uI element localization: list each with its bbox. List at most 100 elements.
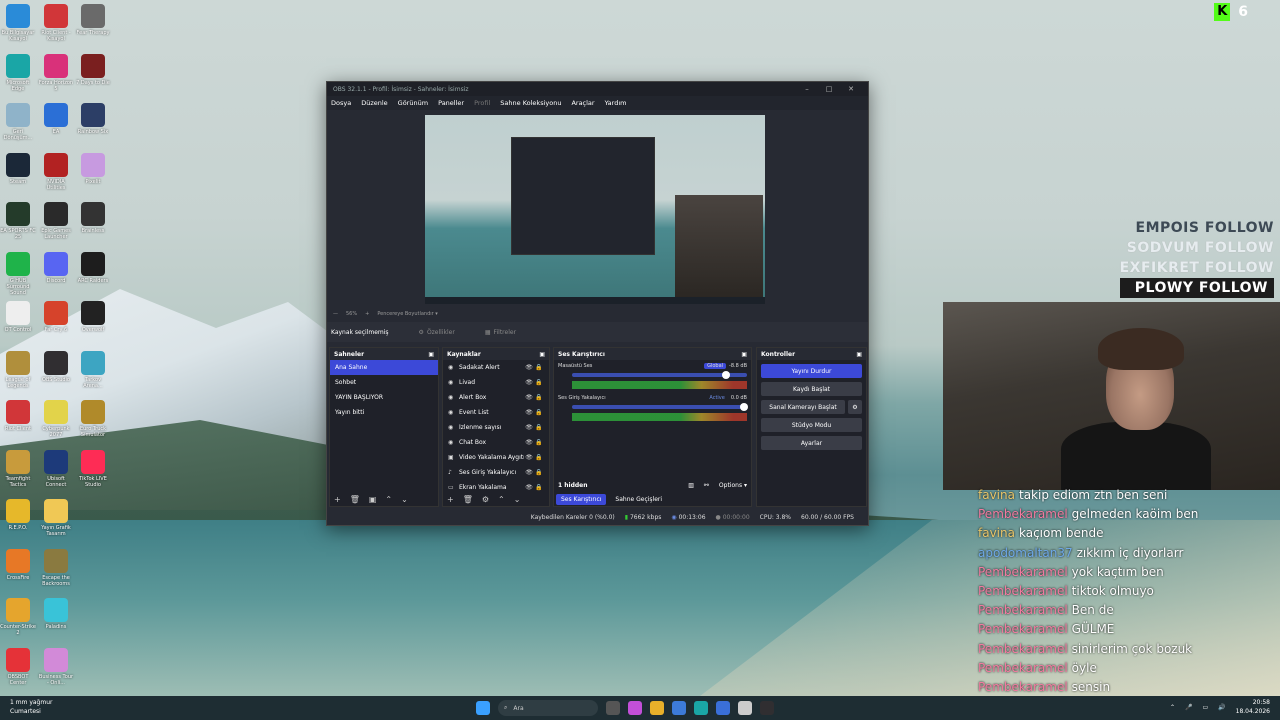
weather-widget[interactable]: 1 mm yağmur Cumartesi	[10, 698, 52, 716]
source-item[interactable]: ◉ Chat Box 👁 🔒	[443, 435, 549, 450]
desktop-icon[interactable]: G HUB Surround Sound	[0, 251, 36, 296]
menu-paneller[interactable]: Paneller	[438, 99, 464, 107]
desktop-icon[interactable]: Forza Horizon 5	[38, 53, 74, 92]
menu-profil[interactable]: Profil	[474, 99, 490, 107]
menu-dosya[interactable]: Dosya	[331, 99, 351, 107]
move-up-icon[interactable]: ⌃	[385, 495, 392, 504]
studio-mode-button[interactable]: Stüdyo Modu	[761, 418, 862, 432]
file-explorer-icon[interactable]	[650, 701, 664, 715]
scene-item[interactable]: Yayın bitti	[330, 405, 438, 420]
desktop-icon[interactable]: TikTok LIVE Studio	[75, 449, 111, 488]
desktop-icon[interactable]: Epic Games Launcher	[38, 202, 74, 240]
source-item[interactable]: ▣ Video Yakalama Aygıtı 👁 🔒	[443, 450, 549, 465]
settings-button[interactable]: Ayarlar	[761, 436, 862, 450]
desktop-icon[interactable]: Microsoft Edge	[0, 53, 36, 92]
desktop-icon[interactable]: Tarkov Arena...	[75, 350, 111, 389]
volume-knob[interactable]	[739, 403, 748, 411]
lock-icon[interactable]: 🔒	[534, 394, 544, 401]
desktop-icon[interactable]: Bu Bilgisayar Kısayol	[0, 4, 36, 42]
desktop-icon[interactable]: EA SPORTS FC 25	[0, 202, 36, 240]
desktop-icon[interactable]: Teamfight Tactics	[0, 449, 36, 488]
move-up-icon[interactable]: ⌃	[498, 495, 505, 504]
virtual-camera-settings-icon[interactable]: ⚙	[848, 400, 862, 414]
desktop-icon[interactable]: Ubisoft Connect	[38, 449, 74, 488]
desktop-icon[interactable]: Overwolf	[75, 301, 111, 333]
desktop-icon[interactable]: 7 Days to Die	[75, 53, 111, 86]
lock-icon[interactable]: 🔒	[534, 379, 544, 386]
desktop-icon[interactable]: CrossFire	[0, 548, 36, 581]
visibility-eye-icon[interactable]: 👁	[524, 484, 534, 491]
maximize-icon[interactable]: □	[818, 85, 840, 93]
store-icon[interactable]	[672, 701, 686, 715]
task-view-icon[interactable]	[606, 701, 620, 715]
source-item[interactable]: ◉ Alert Box 👁 🔒	[443, 390, 549, 405]
move-down-icon[interactable]: ⌄	[401, 495, 408, 504]
virtual-camera-button[interactable]: Sanal Kamerayı Başlat	[761, 400, 845, 414]
clock[interactable]: 20:58 18.04.2026	[1236, 698, 1270, 716]
zoom-in-icon[interactable]: +	[365, 311, 369, 317]
lock-icon[interactable]: 🔒	[534, 424, 544, 431]
mic-icon[interactable]: 🎤	[1185, 704, 1192, 711]
desktop-icon[interactable]: OBS Studio	[38, 350, 74, 383]
visibility-eye-icon[interactable]: 👁	[524, 409, 534, 416]
desktop-icon[interactable]: ARC Raiders	[75, 251, 111, 284]
edge-icon[interactable]	[694, 701, 708, 715]
desktop-icon[interactable]: Geri Dönüşüm...	[0, 103, 36, 141]
desktop-icon[interactable]: EA	[38, 103, 74, 135]
mail-icon[interactable]	[716, 701, 730, 715]
volume-icon[interactable]: 🔊	[1218, 704, 1225, 711]
scene-item[interactable]: Ana Sahne	[330, 360, 438, 375]
chevron-up-icon[interactable]: ⌃	[1170, 704, 1175, 711]
obs-window[interactable]: OBS 32.1.1 - Profil: İsimsiz - Sahneler:…	[326, 81, 869, 526]
source-item[interactable]: ◉ Event List 👁 🔒	[443, 405, 549, 420]
source-item[interactable]: ♪ Ses Giriş Yakalayıcı 👁 🔒	[443, 465, 549, 480]
desktop-icon[interactable]: Cyberpunk 2077	[38, 400, 74, 438]
visibility-eye-icon[interactable]: 👁	[524, 469, 534, 476]
minimize-icon[interactable]: –	[796, 85, 818, 93]
desktop-icon[interactable]: OBSBOT Center	[0, 647, 36, 686]
desktop-icon[interactable]: R.E.P.O.	[0, 499, 36, 531]
copilot-icon[interactable]	[628, 701, 642, 715]
fit-dropdown[interactable]: Pencereye Boyutlandır ▾	[377, 311, 437, 317]
network-icon[interactable]: ▭	[1202, 704, 1208, 711]
add-source-icon[interactable]: +	[447, 495, 454, 504]
menu-duzenle[interactable]: Düzenle	[361, 99, 387, 107]
layout-icon[interactable]: ▥	[688, 482, 694, 489]
search-box[interactable]: ⌕ Ara	[498, 700, 598, 716]
lock-icon[interactable]: 🔒	[534, 484, 544, 491]
properties-button[interactable]: ⚙ Özellikler	[419, 329, 455, 336]
scene-item[interactable]: YAYIN BAŞLIYOR	[330, 390, 438, 405]
menu-yardim[interactable]: Yardım	[605, 99, 627, 107]
scene-filter-icon[interactable]: ▣	[369, 495, 377, 504]
tab-ses-karistirici[interactable]: Ses Karıştırıcı	[556, 493, 607, 505]
tab-sahne-gecisleri[interactable]: Sahne Geçişleri	[610, 494, 667, 505]
desktop-icon[interactable]: Yayın Grafik Tasarım	[38, 499, 74, 537]
lock-icon[interactable]: 🔒	[534, 439, 544, 446]
lock-icon[interactable]: 🔒	[534, 364, 544, 371]
add-scene-icon[interactable]: +	[334, 495, 341, 504]
options-dropdown[interactable]: Options ▾	[719, 482, 747, 489]
desktop-icon[interactable]: Escape the Backrooms	[38, 548, 74, 587]
lock-icon[interactable]: 🔒	[534, 469, 544, 476]
remove-source-icon[interactable]: 🗑	[463, 495, 473, 504]
desktop-icon[interactable]: Paladins	[38, 598, 74, 630]
link-icon[interactable]: ⚯	[704, 482, 709, 489]
start-icon[interactable]	[476, 701, 490, 715]
desktop-icon[interactable]: Far Cry 6	[38, 301, 74, 333]
volume-slider[interactable]	[572, 403, 748, 411]
desktop-icon[interactable]: Riot Client - Kısayol	[38, 4, 74, 42]
stop-stream-button[interactable]: Yayını Durdur	[761, 364, 862, 378]
desktop-icon[interactable]: Pixelit	[75, 152, 111, 185]
desktop-icon[interactable]: Steam	[0, 152, 36, 185]
desktop-icon[interactable]: Fear Therapy	[75, 4, 111, 36]
volume-knob[interactable]	[722, 371, 730, 379]
lock-icon[interactable]: 🔒	[534, 454, 544, 461]
obs-title-bar[interactable]: OBS 32.1.1 - Profil: İsimsiz - Sahneler:…	[327, 82, 868, 96]
obs-preview-canvas[interactable]	[425, 115, 765, 304]
visibility-eye-icon[interactable]: 👁	[524, 454, 534, 461]
visibility-eye-icon[interactable]: 👁	[524, 394, 534, 401]
obs-taskbar-icon[interactable]	[760, 701, 774, 715]
dock-menu-icon[interactable]: ▣	[856, 351, 862, 358]
menu-araclar[interactable]: Araçlar	[571, 99, 594, 107]
source-item[interactable]: ◉ Sadakat Alert 👁 🔒	[443, 360, 549, 375]
